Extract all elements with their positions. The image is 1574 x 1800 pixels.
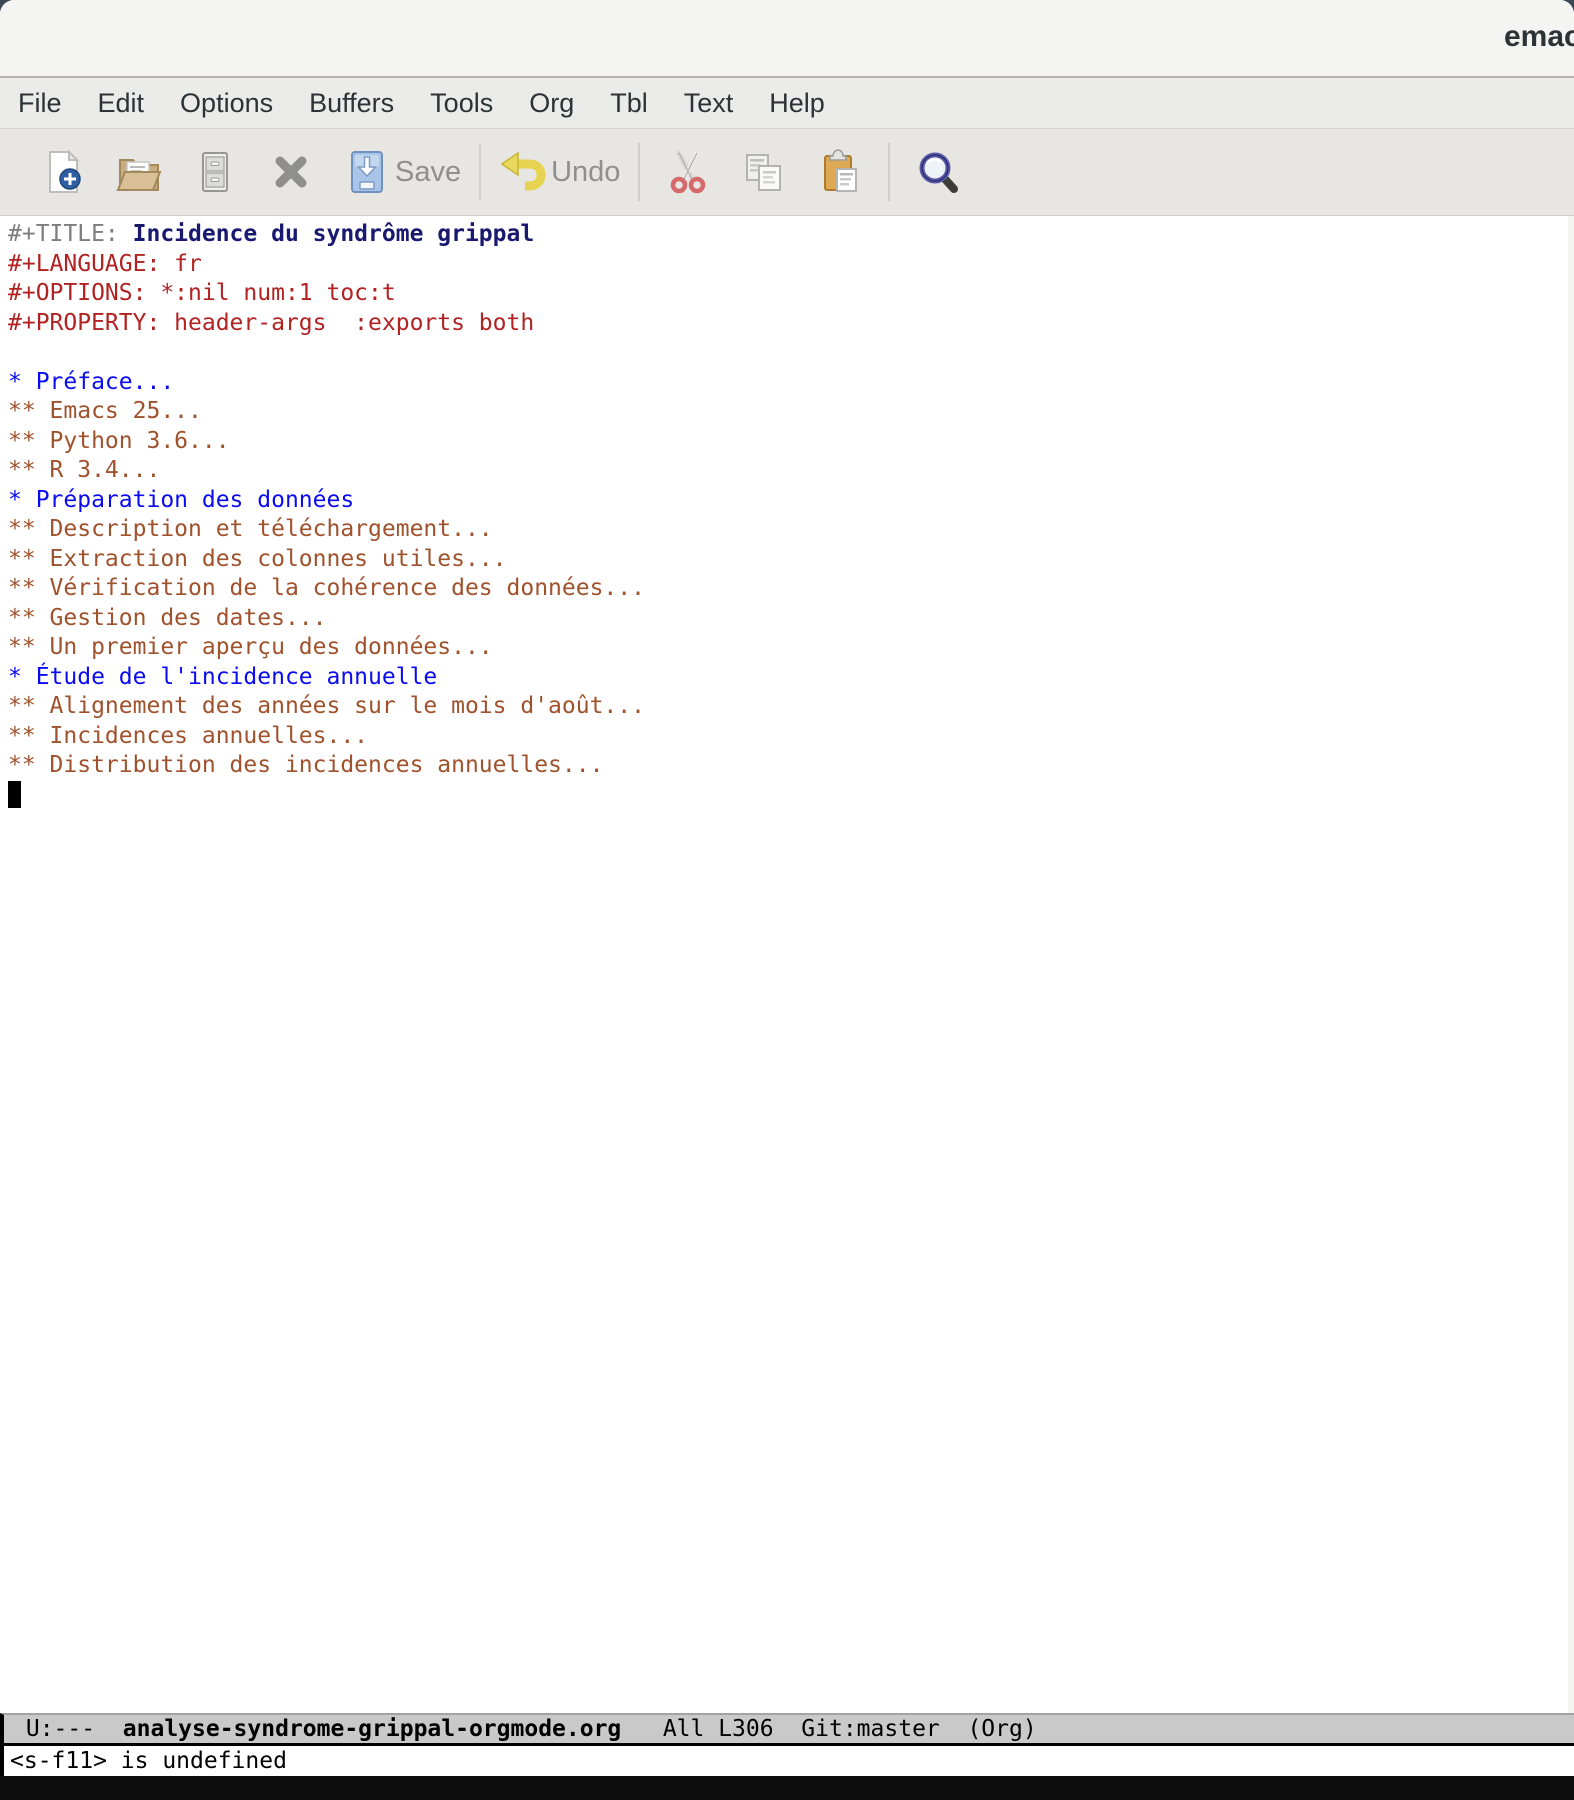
- buffer-line: ** Incidences annuelles...: [8, 722, 1568, 752]
- mode-line-info: All L306 Git:master (Org): [621, 1716, 1036, 1742]
- copy-icon: [740, 148, 788, 196]
- emacs-window: emacs File Edit Options Buffers Tools Or…: [0, 0, 1574, 1800]
- text-segment: * Préface...: [8, 369, 174, 395]
- toolbar-separator: [479, 143, 481, 201]
- text-segment: ** Python 3.6...: [8, 428, 230, 454]
- mode-line-status: U:---: [12, 1716, 123, 1742]
- menu-item-options[interactable]: Options: [180, 88, 273, 119]
- menu-item-buffers[interactable]: Buffers: [309, 88, 394, 119]
- text-segment: Incidence du syndrôme grippal: [133, 221, 535, 247]
- buffer-line: ** Python 3.6...: [8, 427, 1568, 457]
- text-segment: ** Vérification de la cohérence des donn…: [8, 575, 645, 601]
- copy-button[interactable]: [740, 148, 788, 196]
- buffer-line: ** Description et téléchargement...: [8, 515, 1568, 545]
- dired-button[interactable]: [191, 148, 239, 196]
- buffer-line: ** Extraction des colonnes utiles...: [8, 545, 1568, 575]
- close-buffer-button[interactable]: [267, 148, 315, 196]
- text-cursor: [8, 781, 21, 808]
- text-segment: ** Extraction des colonnes utiles...: [8, 546, 507, 572]
- buffer-line: ** Emacs 25...: [8, 397, 1568, 427]
- buffer-line: ** Gestion des dates...: [8, 604, 1568, 634]
- text-segment: #+LANGUAGE: fr: [8, 251, 202, 277]
- menu-item-file[interactable]: File: [18, 88, 62, 119]
- new-file-button[interactable]: [39, 148, 87, 196]
- window-title: emacs: [1504, 20, 1574, 54]
- echo-message: <s-f11> is undefined: [10, 1748, 287, 1774]
- undo-button[interactable]: [499, 148, 547, 196]
- buffer-line: #+LANGUAGE: fr: [8, 250, 1568, 280]
- buffer-line: * Étude de l'incidence annuelle: [8, 663, 1568, 693]
- text-segment: #+OPTIONS: *:nil num:1 toc:t: [8, 280, 396, 306]
- buffer-line: ** R 3.4...: [8, 456, 1568, 486]
- menu-item-tbl[interactable]: Tbl: [610, 88, 648, 119]
- save-button-label[interactable]: Save: [395, 156, 461, 189]
- buffer-text-area[interactable]: #+TITLE: Incidence du syndrôme grippal#+…: [0, 216, 1574, 1713]
- echo-area[interactable]: <s-f11> is undefined: [0, 1746, 1574, 1776]
- buffer-line: #+OPTIONS: *:nil num:1 toc:t: [8, 279, 1568, 309]
- cut-button[interactable]: [664, 148, 712, 196]
- buffer-line: ** Un premier aperçu des données...: [8, 633, 1568, 663]
- new-file-icon: [39, 148, 87, 196]
- emacs-frame: emacs File Edit Options Buffers Tools Or…: [0, 0, 1574, 1776]
- window-titlebar[interactable]: emacs: [0, 0, 1574, 78]
- file-cabinet-icon: [191, 148, 239, 196]
- menu-item-text[interactable]: Text: [684, 88, 734, 119]
- menu-bar: File Edit Options Buffers Tools Org Tbl …: [0, 78, 1574, 129]
- scissors-icon: [664, 148, 712, 196]
- search-magnifier-icon: [914, 148, 962, 196]
- save-icon: [343, 148, 391, 196]
- text-segment: ** Gestion des dates...: [8, 605, 327, 631]
- toolbar-separator: [638, 143, 640, 201]
- paste-clipboard-icon: [816, 148, 864, 196]
- buffer-line: [8, 338, 1568, 368]
- paste-button[interactable]: [816, 148, 864, 196]
- menu-list: File Edit Options Buffers Tools Org Tbl …: [0, 88, 825, 119]
- close-x-icon: [267, 148, 315, 196]
- buffer-line: ** Distribution des incidences annuelles…: [8, 751, 1568, 781]
- buffer-line: ** Vérification de la cohérence des donn…: [8, 574, 1568, 604]
- text-segment: #+TITLE:: [8, 221, 133, 247]
- buffer-line: ** Alignement des années sur le mois d'a…: [8, 692, 1568, 722]
- undo-button-label[interactable]: Undo: [551, 156, 620, 189]
- text-segment: ** R 3.4...: [8, 457, 160, 483]
- text-segment: * Étude de l'incidence annuelle: [8, 664, 437, 690]
- text-segment: #+PROPERTY: header-args :exports both: [8, 310, 534, 336]
- buffer-line: [8, 781, 1568, 811]
- open-file-button[interactable]: [115, 148, 163, 196]
- text-segment: ** Description et téléchargement...: [8, 516, 493, 542]
- menu-item-help[interactable]: Help: [769, 88, 825, 119]
- mode-line: U:--- analyse-syndrome-grippal-orgmode.o…: [0, 1713, 1574, 1746]
- undo-arrow-icon: [499, 148, 547, 196]
- toolbar-separator: [888, 143, 890, 201]
- save-buffer-button[interactable]: [343, 148, 391, 196]
- open-folder-icon: [115, 148, 163, 196]
- buffer-line: #+PROPERTY: header-args :exports both: [8, 309, 1568, 339]
- menu-item-edit[interactable]: Edit: [98, 88, 145, 119]
- text-segment: ** Distribution des incidences annuelles…: [8, 752, 603, 778]
- text-segment: ** Incidences annuelles...: [8, 723, 368, 749]
- toolbar: Save Undo: [0, 129, 1574, 216]
- text-segment: ** Alignement des années sur le mois d'a…: [8, 693, 645, 719]
- text-segment: ** Un premier aperçu des données...: [8, 634, 493, 660]
- buffer-line: #+TITLE: Incidence du syndrôme grippal: [8, 220, 1568, 250]
- menu-item-org[interactable]: Org: [529, 88, 574, 119]
- buffer-line: * Préface...: [8, 368, 1568, 398]
- buffer-line: * Préparation des données: [8, 486, 1568, 516]
- search-button[interactable]: [914, 148, 962, 196]
- text-segment: * Préparation des données: [8, 487, 354, 513]
- text-segment: ** Emacs 25...: [8, 398, 202, 424]
- menu-item-tools[interactable]: Tools: [430, 88, 493, 119]
- mode-line-buffer-name: analyse-syndrome-grippal-orgmode.org: [123, 1716, 622, 1742]
